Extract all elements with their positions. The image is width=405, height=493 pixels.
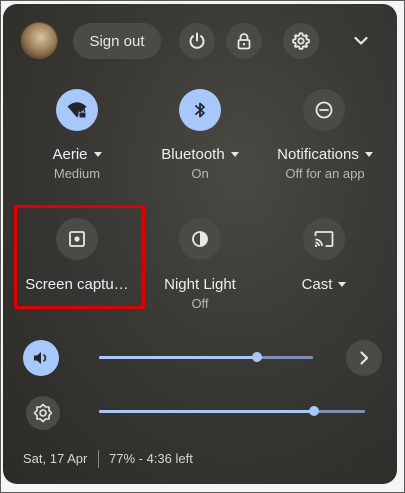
brightness-track (99, 410, 365, 413)
settings-button[interactable] (283, 23, 319, 59)
wifi-label: Aerie (52, 146, 88, 163)
brightness-fill (99, 410, 314, 413)
chevron-down-icon (354, 36, 368, 45)
date-text[interactable]: Sat, 17 Apr (23, 451, 87, 466)
collapse-button[interactable] (349, 29, 373, 53)
gear-icon (292, 32, 310, 50)
caret-down-icon (338, 282, 347, 287)
notifications-toggle[interactable] (303, 89, 345, 131)
footer-divider (98, 450, 99, 468)
bluetooth-toggle[interactable] (179, 89, 221, 131)
wifi-toggle[interactable] (56, 89, 98, 131)
night-light-label: Night Light (164, 276, 236, 293)
chevron-right-icon (360, 351, 369, 365)
caret-down-icon (230, 152, 239, 157)
avatar[interactable] (20, 22, 58, 60)
notifications-off-icon (315, 101, 333, 119)
brightness-icon (33, 403, 53, 423)
bluetooth-label-row[interactable]: Bluetooth (150, 146, 250, 163)
notifications-label-row[interactable]: Notifications (269, 146, 381, 163)
volume-icon (34, 352, 47, 364)
cast-toggle[interactable] (303, 218, 345, 260)
brightness-button[interactable] (26, 396, 60, 430)
volume-slider[interactable] (99, 344, 313, 372)
cast-icon (314, 231, 334, 247)
notifications-label: Notifications (277, 146, 359, 163)
volume-fill (99, 356, 257, 359)
volume-track (99, 356, 313, 359)
power-icon (189, 32, 205, 49)
volume-thumb[interactable] (252, 352, 262, 362)
wifi-label-row[interactable]: Aerie (27, 146, 127, 163)
bluetooth-status: On (191, 166, 209, 181)
bluetooth-icon (195, 102, 205, 118)
highlight-box (14, 205, 145, 309)
audio-settings-button[interactable] (346, 340, 382, 376)
caret-down-icon (364, 152, 373, 157)
lock-button[interactable] (226, 23, 262, 59)
power-button[interactable] (179, 23, 215, 59)
night-light-icon (192, 231, 208, 247)
notifications-status: Off for an app (285, 166, 365, 181)
sign-out-button[interactable]: Sign out (73, 23, 161, 59)
mute-button[interactable] (23, 340, 59, 376)
brightness-thumb[interactable] (309, 406, 319, 416)
caret-down-icon (93, 152, 102, 157)
cast-label: Cast (301, 276, 333, 293)
lock-icon (237, 33, 251, 50)
quick-settings-panel: Sign out Aerie Medium Bluetooth On Notif… (3, 4, 397, 484)
wifi-status: Medium (53, 166, 101, 181)
wifi-lock-icon (67, 102, 87, 119)
battery-text[interactable]: 77% - 4:36 left (109, 451, 193, 466)
night-light-status: Off (191, 296, 209, 311)
night-light-toggle[interactable] (179, 218, 221, 260)
brightness-slider[interactable] (99, 398, 365, 426)
sign-out-label: Sign out (89, 32, 145, 50)
cast-label-row[interactable]: Cast (274, 276, 374, 293)
bluetooth-label: Bluetooth (161, 146, 225, 163)
